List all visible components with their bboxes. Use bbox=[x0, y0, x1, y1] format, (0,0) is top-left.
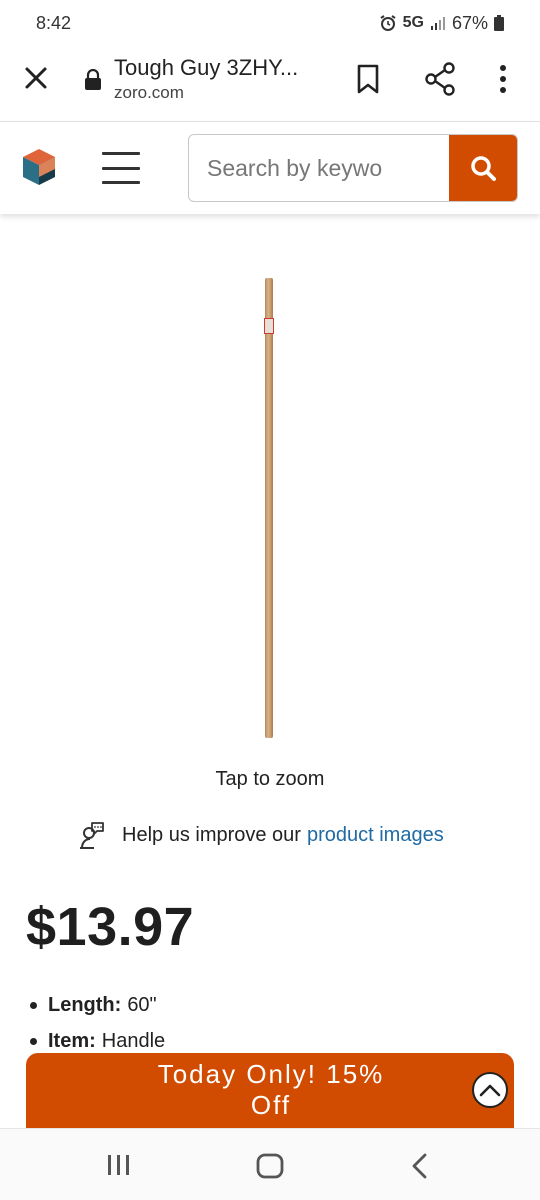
spec-value: 60" bbox=[127, 994, 157, 1016]
status-indicators: 5G 67% bbox=[379, 13, 504, 34]
help-improve-row: Help us improve our product images bbox=[78, 820, 444, 850]
home-icon[interactable] bbox=[256, 1153, 284, 1179]
search-button[interactable] bbox=[449, 135, 517, 201]
spec-label: Item: bbox=[48, 1030, 96, 1052]
status-bar: 8:42 5G 67% bbox=[0, 0, 540, 46]
network-label: 5G bbox=[402, 14, 424, 31]
search-input[interactable] bbox=[189, 135, 449, 201]
handle-image bbox=[265, 278, 273, 738]
battery-percent: 67% bbox=[451, 12, 488, 33]
back-icon[interactable] bbox=[410, 1153, 430, 1179]
search-icon bbox=[471, 156, 496, 181]
spec-label: Length: bbox=[48, 994, 122, 1016]
search-bar bbox=[188, 134, 518, 202]
browser-toolbar: Tough Guy 3ZHY... zoro.com bbox=[0, 46, 540, 122]
site-header bbox=[0, 122, 540, 214]
lock-icon bbox=[85, 69, 101, 90]
zoro-logo-icon[interactable] bbox=[20, 147, 58, 187]
bookmark-icon[interactable] bbox=[356, 64, 380, 94]
alarm-icon bbox=[380, 15, 396, 31]
spec-value: Handle bbox=[101, 1030, 166, 1052]
address-area[interactable]: Tough Guy 3ZHY... zoro.com bbox=[114, 55, 298, 103]
promo-banner[interactable]: Today Only! 15% Off bbox=[26, 1053, 514, 1129]
hamburger-menu-icon[interactable] bbox=[102, 152, 140, 184]
spec-item: Length: 60" bbox=[30, 994, 165, 1017]
product-price: $13.97 bbox=[26, 897, 195, 957]
recent-apps-icon[interactable] bbox=[106, 1153, 132, 1177]
more-options-icon[interactable] bbox=[498, 64, 508, 94]
feedback-person-icon bbox=[80, 822, 104, 849]
spec-item: Item: Handle bbox=[30, 1030, 165, 1053]
signal-icon bbox=[430, 17, 445, 30]
page-url: zoro.com bbox=[114, 83, 184, 102]
chevron-up-icon[interactable] bbox=[472, 1072, 508, 1108]
tap-to-zoom-label: Tap to zoom bbox=[215, 768, 325, 790]
handle-label-tag bbox=[264, 318, 274, 334]
help-text: Help us improve our bbox=[122, 823, 301, 846]
battery-icon bbox=[494, 15, 504, 31]
system-nav-bar bbox=[0, 1128, 540, 1200]
close-icon[interactable] bbox=[22, 64, 50, 92]
promo-text: Today Only! 15% Off bbox=[157, 1059, 385, 1120]
product-images-link[interactable]: product images bbox=[307, 824, 444, 847]
page-title: Tough Guy 3ZHY... bbox=[114, 55, 299, 80]
share-icon[interactable] bbox=[424, 62, 456, 96]
status-time: 8:42 bbox=[36, 12, 72, 33]
